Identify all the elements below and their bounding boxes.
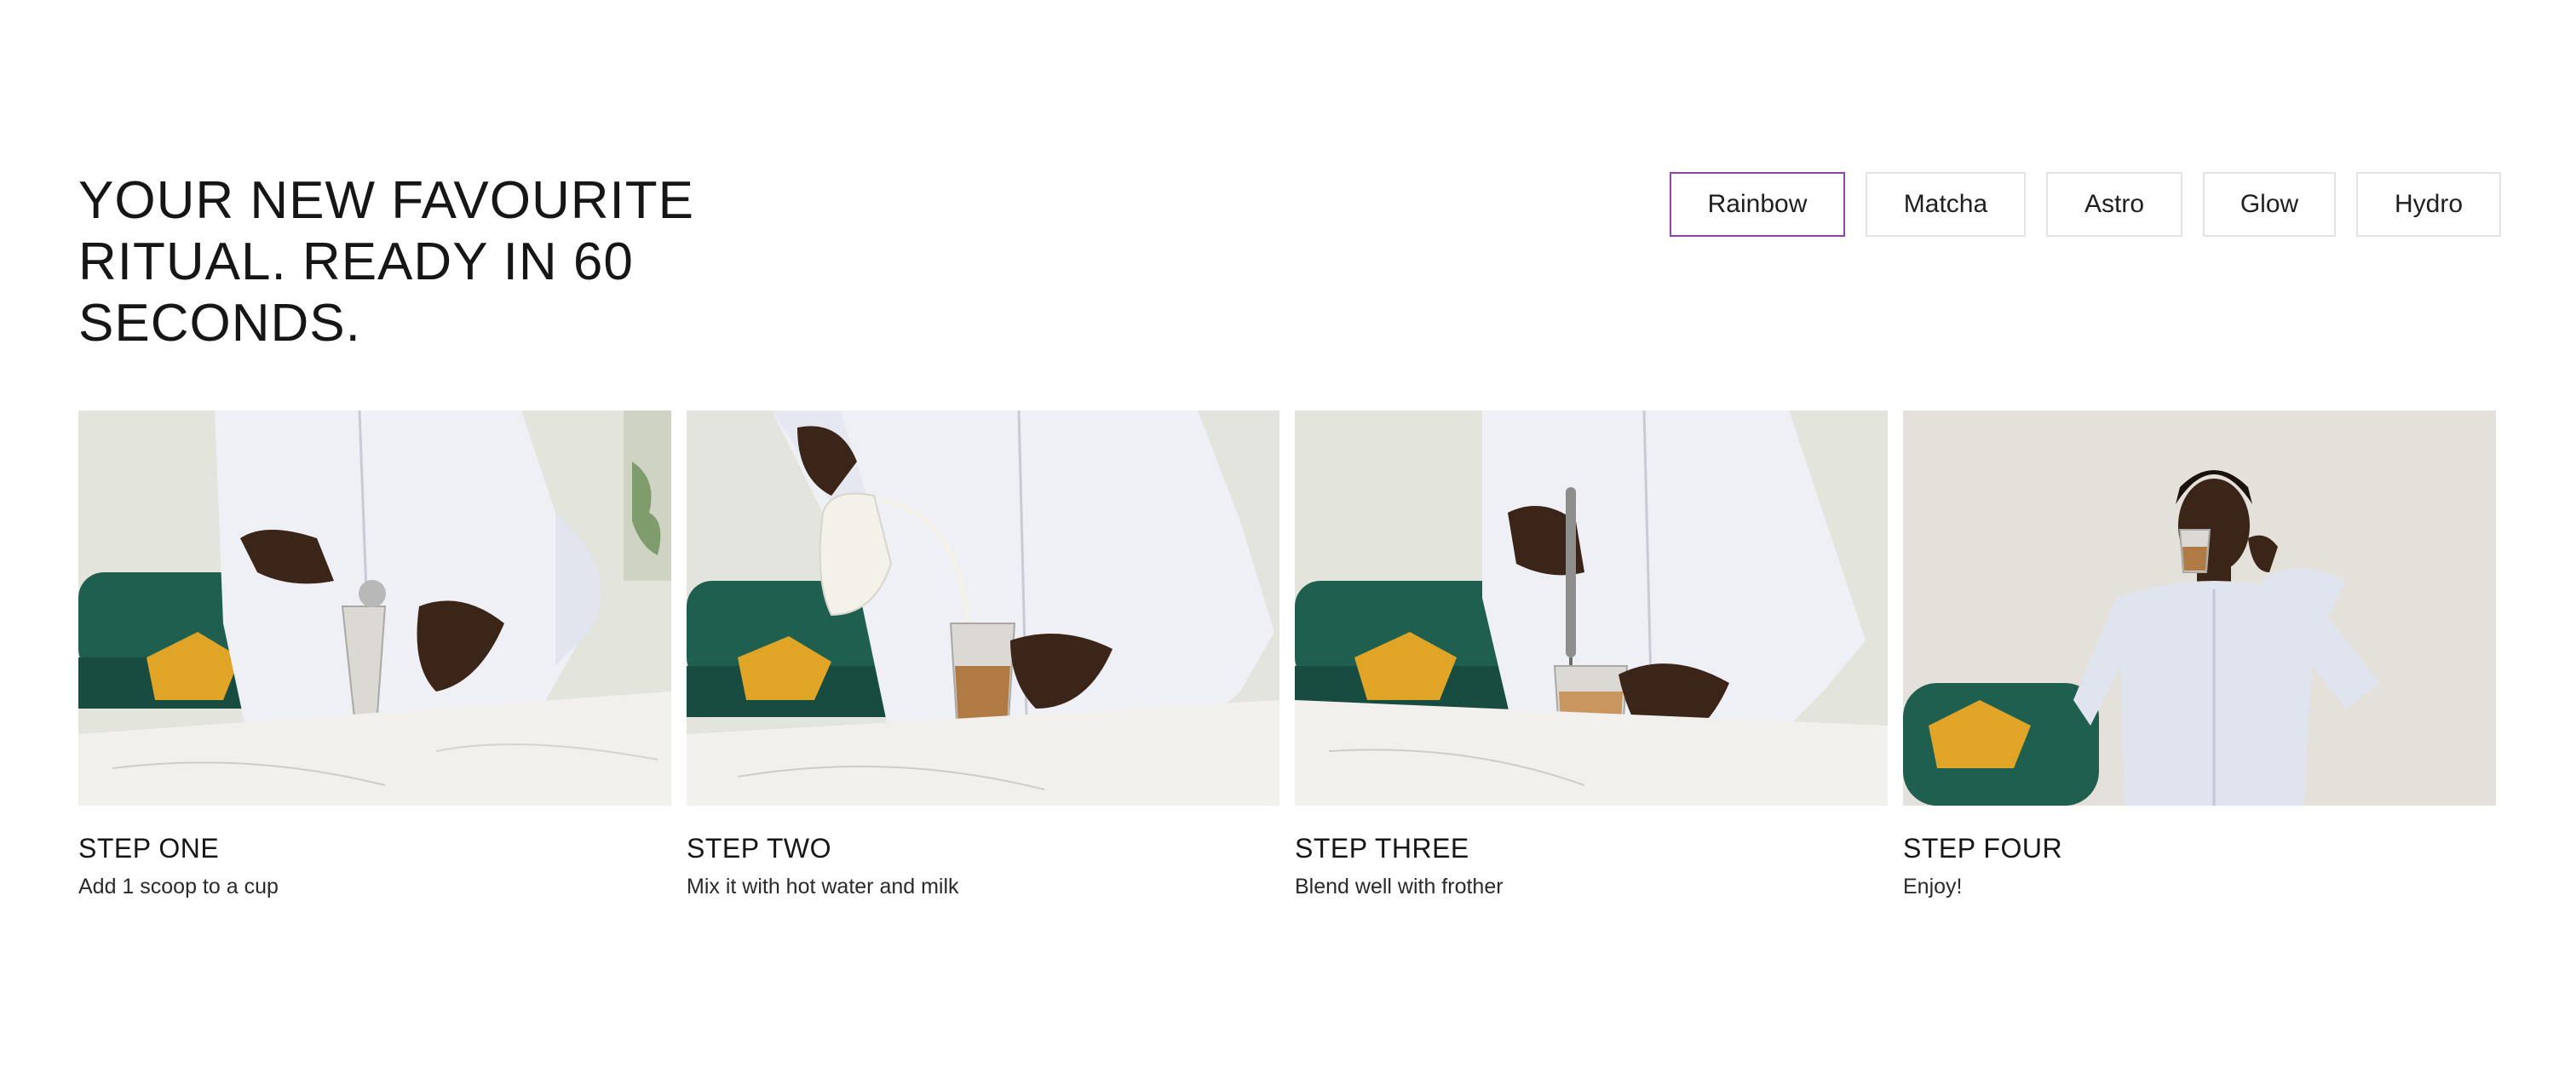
tab-rainbow[interactable]: Rainbow [1670, 172, 1845, 237]
step-four-title: STEP FOUR [1903, 833, 2063, 864]
step-two-description: Mix it with hot water and milk [687, 875, 959, 898]
step-three-image [1295, 410, 1888, 806]
step-two-image [687, 410, 1279, 806]
step-two-title: STEP TWO [687, 833, 831, 864]
flavour-tabs: Rainbow Matcha Astro Glow Hydro [1670, 172, 2501, 237]
step-one-description: Add 1 scoop to a cup [78, 875, 279, 898]
step-card-two: STEP TWO Mix it with hot water and milk [687, 410, 1279, 901]
step-three-title: STEP THREE [1295, 833, 1469, 864]
step-four-image [1903, 410, 2496, 806]
step-three-description: Blend well with frother [1295, 875, 1504, 898]
step-card-three: STEP THREE Blend well with frother [1295, 410, 1888, 901]
steps-grid: STEP ONE Add 1 scoop to a cup STEP TWO M… [78, 410, 2498, 901]
step-card-one: STEP ONE Add 1 scoop to a cup [78, 410, 671, 901]
step-card-four: STEP FOUR Enjoy! [1903, 410, 2496, 901]
tab-astro[interactable]: Astro [2046, 172, 2182, 237]
step-one-title: STEP ONE [78, 833, 220, 864]
tab-matcha[interactable]: Matcha [1866, 172, 2026, 237]
page-headline: YOUR NEW FAVOURITE RITUAL. READY IN 60 S… [78, 171, 695, 353]
tab-hydro[interactable]: Hydro [2356, 172, 2501, 237]
step-four-description: Enjoy! [1903, 875, 1963, 898]
tab-glow[interactable]: Glow [2203, 172, 2336, 237]
step-one-image [78, 410, 671, 806]
